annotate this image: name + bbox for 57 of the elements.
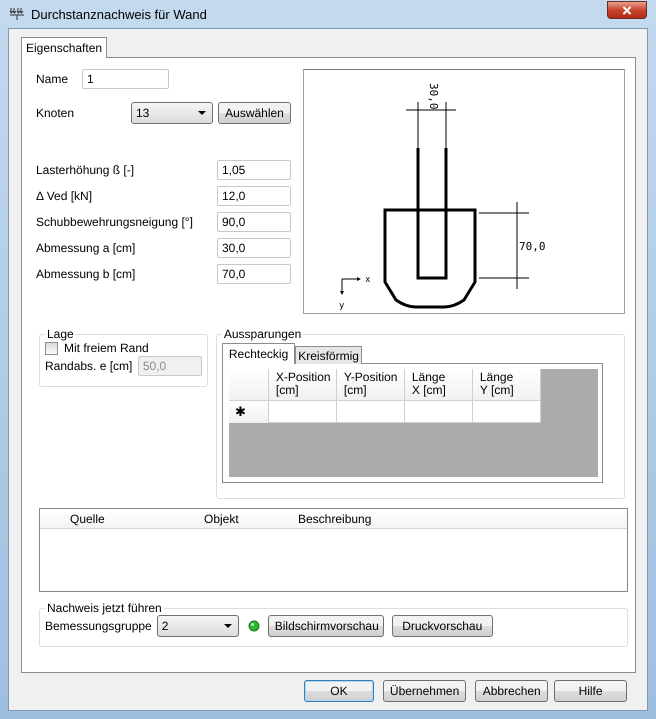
axis-label: x: [365, 275, 370, 285]
field-label: Δ Ved [kN]: [36, 189, 94, 203]
column-header[interactable]: Länge Y [cm]: [472, 369, 541, 401]
preview-button[interactable]: Druckvorschau: [392, 615, 493, 637]
table-cell[interactable]: [404, 401, 473, 423]
group-title: Nachweis jetzt führen: [46, 601, 163, 615]
value-field[interactable]: 90,0: [217, 212, 291, 232]
app-icon: [9, 7, 25, 21]
caret-icon: [224, 624, 232, 628]
group-dropdown[interactable]: 2: [156, 615, 239, 637]
column-header[interactable]: X-Position [cm]: [268, 369, 337, 401]
value-field[interactable]: 1,05: [217, 160, 291, 180]
table-cell[interactable]: [336, 401, 405, 423]
corner-cell: [228, 369, 269, 401]
value-field[interactable]: 12,0: [217, 186, 291, 206]
group-title: Aussparungen: [222, 327, 302, 341]
value-field[interactable]: 70,0: [217, 264, 291, 284]
close-button[interactable]: [607, 1, 647, 19]
column-header[interactable]: Objekt: [198, 512, 292, 526]
dialog-button[interactable]: OK: [304, 680, 374, 702]
preview-button[interactable]: Bildschirmvorschau: [268, 615, 384, 637]
dialog-button[interactable]: Übernehmen: [382, 680, 466, 702]
group-label: Bemessungsgruppe: [45, 619, 152, 633]
checkbox[interactable]: [45, 342, 58, 354]
value-field[interactable]: 30,0: [217, 238, 291, 258]
close-icon: [622, 6, 632, 14]
node-label: Knoten: [36, 106, 76, 120]
select-button[interactable]: Auswählen: [218, 102, 291, 124]
dimension-label: 30,0: [427, 83, 440, 110]
dialog-button[interactable]: Hilfe: [554, 680, 627, 702]
table-cell[interactable]: [472, 401, 541, 423]
name-label: Name: [36, 72, 70, 86]
tab[interactable]: Kreisförmig: [295, 346, 362, 364]
column-header[interactable]: Länge X [cm]: [404, 369, 473, 401]
window-title: Durchstanznachweis für Wand: [31, 6, 208, 22]
table-cell[interactable]: [268, 401, 337, 423]
field-label: Schubbewehrungsneigung [°]: [36, 215, 194, 229]
field-label: Abmessung b [cm]: [36, 267, 136, 281]
new-row-marker: ✱: [228, 401, 269, 423]
checkbox-label: Mit freiem Rand: [64, 341, 149, 355]
field-label: Lasterhöhung ß [-]: [36, 163, 136, 177]
node-dropdown[interactable]: 13: [131, 102, 213, 124]
group-title: Lage: [46, 327, 75, 341]
axis-label: y: [339, 301, 344, 311]
dialog-button[interactable]: Abbrechen: [475, 680, 548, 702]
field-label: Abmessung a [cm]: [36, 241, 136, 255]
column-header[interactable]: Y-Position [cm]: [336, 369, 405, 401]
caret-icon: [198, 111, 206, 115]
axis-arrow: [340, 277, 361, 295]
column-header[interactable]: Beschreibung: [292, 512, 452, 526]
column-header[interactable]: Quelle: [64, 512, 198, 526]
tab[interactable]: Rechteckig: [222, 343, 296, 364]
tab[interactable]: Eigenschaften: [21, 37, 108, 58]
status-light-icon: [248, 620, 260, 632]
dimension-label: 70,0: [519, 240, 546, 253]
field-label: Randabs. e [cm]: [45, 359, 134, 373]
name-field[interactable]: 1: [82, 69, 169, 89]
